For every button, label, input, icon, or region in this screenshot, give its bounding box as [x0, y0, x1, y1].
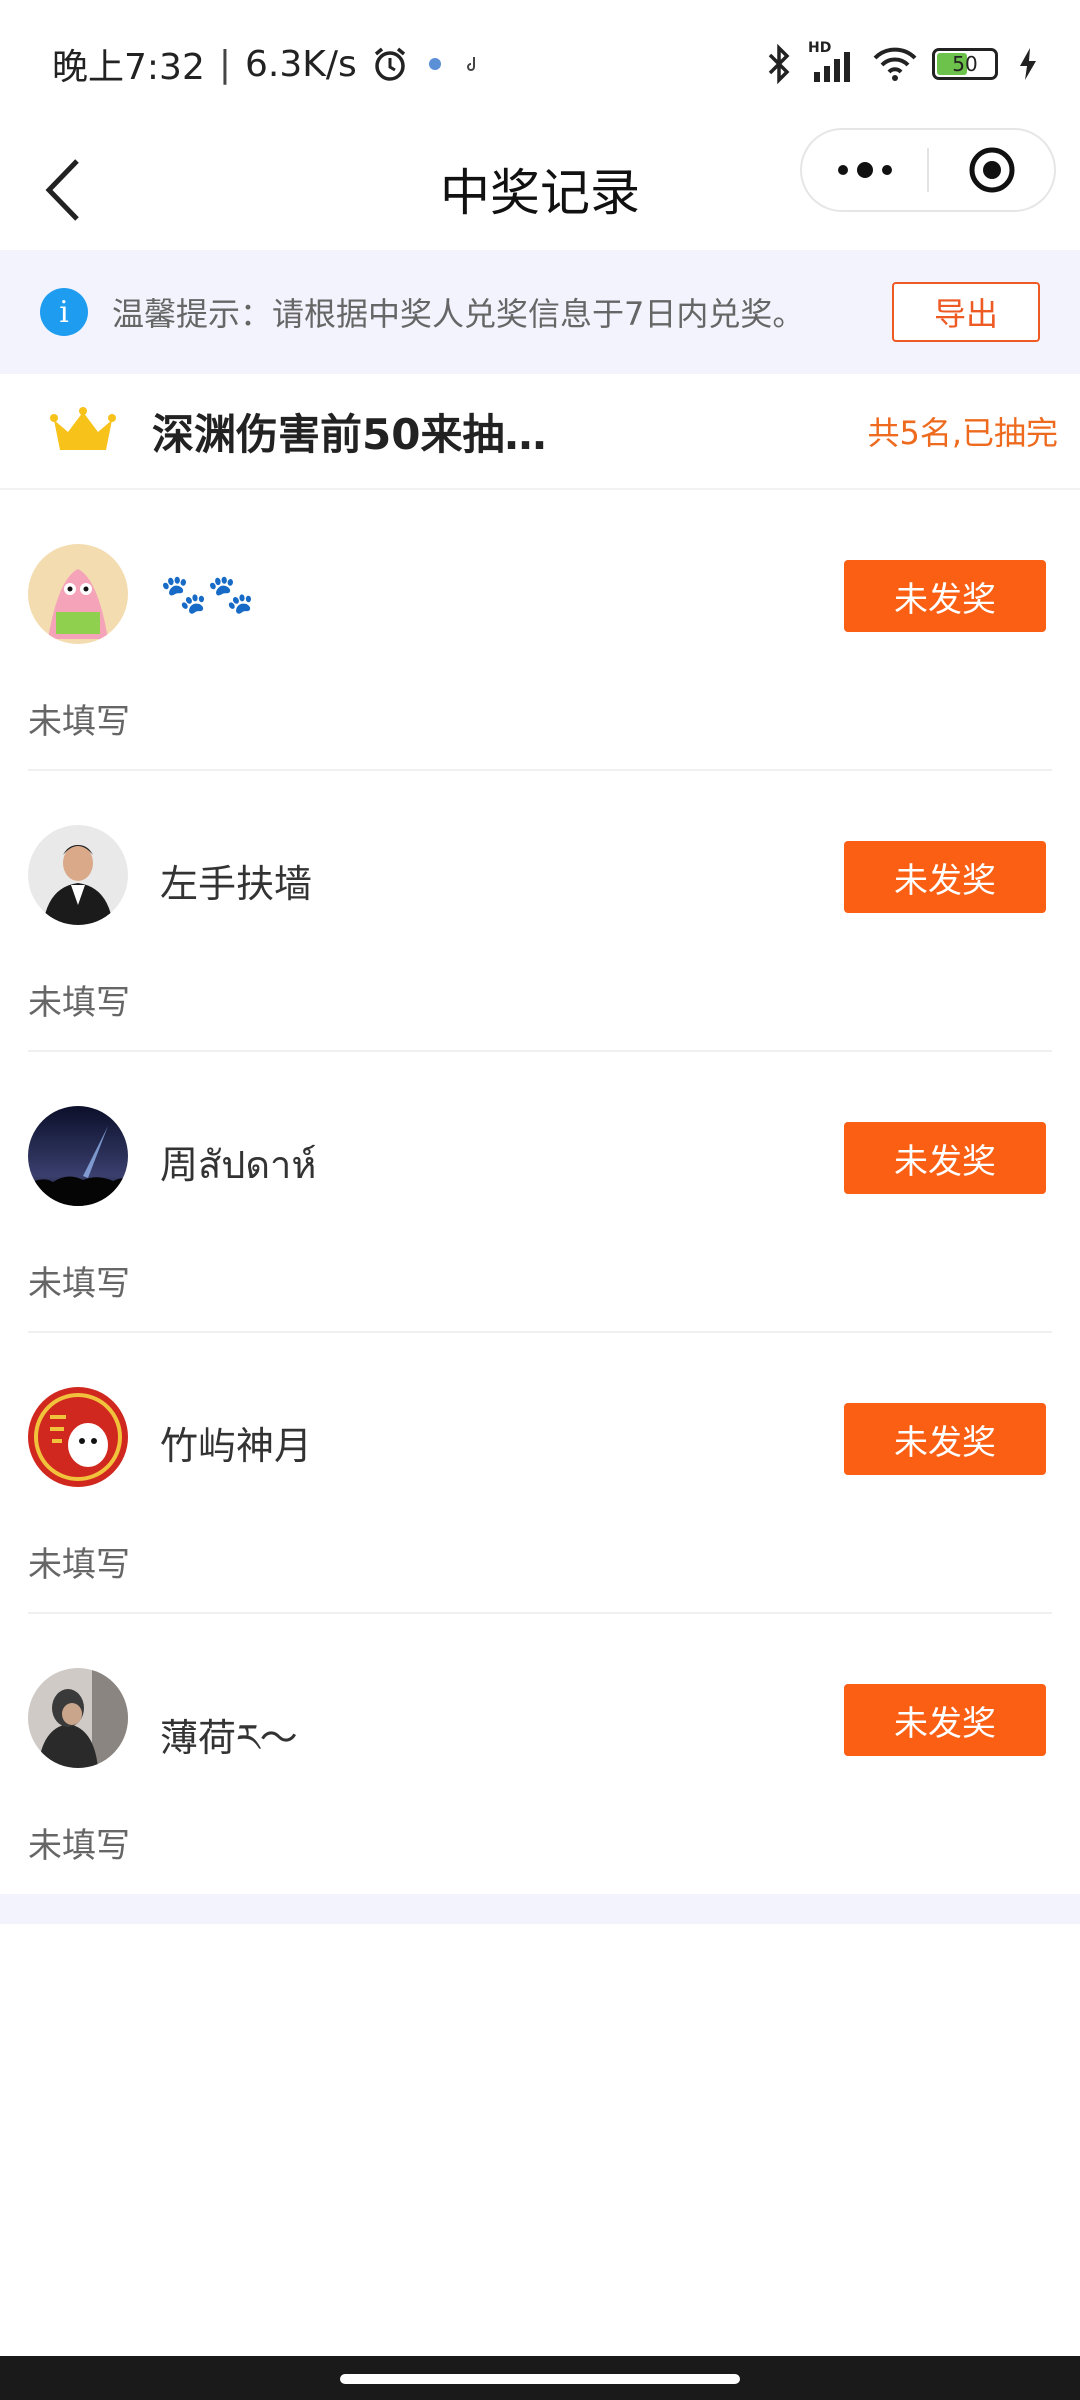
tip-text: 温馨提示：请根据中奖人兑奖信息于7日内兑奖。: [112, 295, 805, 333]
mini-program-capsule: [800, 128, 1056, 212]
status-right: HD 50: [764, 40, 1038, 84]
award-status-button[interactable]: 未发奖: [844, 1403, 1046, 1475]
more-button[interactable]: [802, 130, 927, 210]
winner-info: 未填写: [28, 1545, 130, 1585]
award-status-button[interactable]: 未发奖: [844, 1684, 1046, 1756]
target-icon: [969, 147, 1014, 193]
charging-icon: [1018, 47, 1038, 81]
winner-name: 🐾🐾: [160, 572, 255, 616]
status-time: 晚上7:32: [52, 47, 205, 88]
export-button[interactable]: 导出: [892, 282, 1040, 342]
winner-info: 未填写: [28, 702, 130, 742]
notification-icon: [423, 52, 447, 76]
page-title: 中奖记录: [440, 164, 640, 222]
avatar-person: [28, 1668, 128, 1768]
close-mini-program-button[interactable]: [929, 130, 1054, 210]
status-separator: |: [218, 43, 231, 85]
signal-icon: HD: [808, 40, 858, 84]
back-button[interactable]: [28, 150, 98, 230]
gesture-navigation-bar: [0, 2356, 1080, 2400]
signal-hd-label: HD: [808, 40, 832, 56]
winner-info: 未填写: [28, 1826, 130, 1866]
home-indicator[interactable]: [340, 2374, 740, 2384]
info-icon: i: [40, 288, 88, 336]
winner-info: 未填写: [28, 1264, 130, 1304]
prize-count: 共5名,已抽完: [867, 414, 1058, 452]
winner-item: 左手扶墙 未发奖 未填写: [28, 771, 1052, 1052]
more-dots-icon: [837, 162, 892, 178]
list-footer-divider: [0, 1894, 1080, 1924]
alarm-icon: [371, 45, 409, 83]
winner-name: 竹屿神月: [160, 1424, 313, 1468]
winner-item: 竹屿神月 未发奖 未填写: [28, 1333, 1052, 1614]
tiktok-icon: [461, 52, 485, 76]
award-status-button[interactable]: 未发奖: [844, 560, 1046, 632]
status-left: 晚上7:32 | 6.3K/s: [52, 38, 485, 90]
bluetooth-icon: [764, 44, 794, 84]
crown-icon: [50, 407, 116, 450]
winner-info: 未填写: [28, 983, 130, 1023]
winner-name: 周สัปดาห์: [160, 1143, 317, 1187]
avatar-night-sky: [28, 1106, 128, 1206]
avatar-red-cartoon: [28, 1387, 128, 1487]
avatar-patrick: [28, 544, 128, 644]
winner-name: 左手扶墙: [160, 862, 313, 906]
winner-item: 🐾🐾 未发奖 未填写: [28, 490, 1052, 771]
network-speed: 6.3K/s: [244, 43, 357, 85]
award-status-button[interactable]: 未发奖: [844, 841, 1046, 913]
prize-title: 深渊伤害前50来抽…: [152, 409, 547, 459]
winner-list: 🐾🐾 未发奖 未填写 左手扶墙 未发奖 未填写 周สัปดาห์ 未发奖 未填写…: [0, 490, 1080, 1895]
winner-item: 薄荷ར〜 未发奖 未填写: [28, 1614, 1052, 1895]
winner-name: 薄荷ར〜: [160, 1716, 298, 1760]
avatar-man-suit: [28, 825, 128, 925]
nav-bar: 中奖记录: [0, 128, 1080, 250]
winner-item: 周สัปดาห์ 未发奖 未填写: [28, 1052, 1052, 1333]
battery-icon: 50: [932, 48, 998, 80]
battery-level: 50: [952, 52, 978, 76]
tip-banner: i 温馨提示：请根据中奖人兑奖信息于7日内兑奖。 导出: [0, 250, 1080, 374]
award-status-button[interactable]: 未发奖: [844, 1122, 1046, 1194]
chevron-left-icon: [45, 159, 79, 221]
wifi-icon: [872, 46, 918, 82]
prize-header: 深渊伤害前50来抽… 共5名,已抽完: [0, 374, 1080, 490]
status-bar: 晚上7:32 | 6.3K/s HD 50: [0, 0, 1080, 128]
